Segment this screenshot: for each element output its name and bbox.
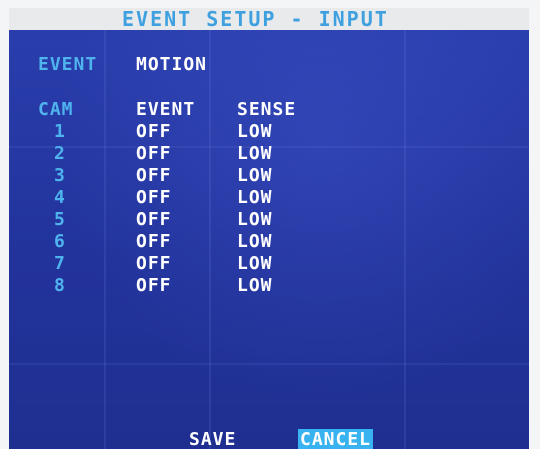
sense-value[interactable]: LOW — [237, 275, 273, 297]
cancel-button[interactable]: CANCEL — [298, 429, 374, 449]
sense-value[interactable]: LOW — [237, 187, 273, 209]
sense-value[interactable]: LOW — [237, 231, 273, 253]
event-value[interactable]: OFF — [136, 187, 172, 209]
cam-number: 7 — [54, 253, 66, 274]
osd-screen: EVENT SETUP - INPUT EVENT MOTION CAM EVE… — [9, 8, 529, 449]
sense-value[interactable]: LOW — [237, 165, 273, 187]
event-value[interactable]: OFF — [136, 253, 172, 275]
sense-value[interactable]: LOW — [237, 121, 273, 143]
event-value[interactable]: OFF — [136, 121, 172, 143]
event-value[interactable]: OFF — [136, 165, 172, 187]
column-header-sense: SENSE — [237, 99, 297, 120]
table-row: 6 OFF LOW — [9, 231, 529, 253]
table-row: 7 OFF LOW — [9, 253, 529, 275]
cam-number: 3 — [54, 165, 66, 186]
table-row: 5 OFF LOW — [9, 209, 529, 231]
column-header-event: EVENT — [136, 99, 196, 120]
cam-number: 1 — [54, 121, 66, 142]
event-type-label: EVENT — [38, 54, 98, 75]
table-row: 4 OFF LOW — [9, 187, 529, 209]
table-row: 8 OFF LOW — [9, 275, 529, 297]
grid-line — [9, 363, 529, 365]
table-row: 1 OFF LOW — [9, 121, 529, 143]
cam-number: 2 — [54, 143, 66, 164]
page-title: EVENT SETUP - INPUT — [122, 8, 389, 31]
sense-value[interactable]: LOW — [237, 143, 273, 165]
event-value[interactable]: OFF — [136, 209, 172, 231]
cam-number: 4 — [54, 187, 66, 208]
sense-value[interactable]: LOW — [237, 209, 273, 231]
event-value[interactable]: OFF — [136, 143, 172, 165]
cam-number: 5 — [54, 209, 66, 230]
table-row: 3 OFF LOW — [9, 165, 529, 187]
title-bar: EVENT SETUP - INPUT — [9, 8, 529, 31]
sense-value[interactable]: LOW — [237, 253, 273, 275]
cam-number: 6 — [54, 231, 66, 252]
event-type-value[interactable]: MOTION — [136, 54, 207, 76]
column-header-cam: CAM — [38, 99, 74, 120]
table-row: 2 OFF LOW — [9, 143, 529, 165]
event-value[interactable]: OFF — [136, 231, 172, 253]
event-value[interactable]: OFF — [136, 275, 172, 297]
save-button[interactable]: SAVE — [187, 429, 238, 449]
cam-number: 8 — [54, 275, 66, 296]
